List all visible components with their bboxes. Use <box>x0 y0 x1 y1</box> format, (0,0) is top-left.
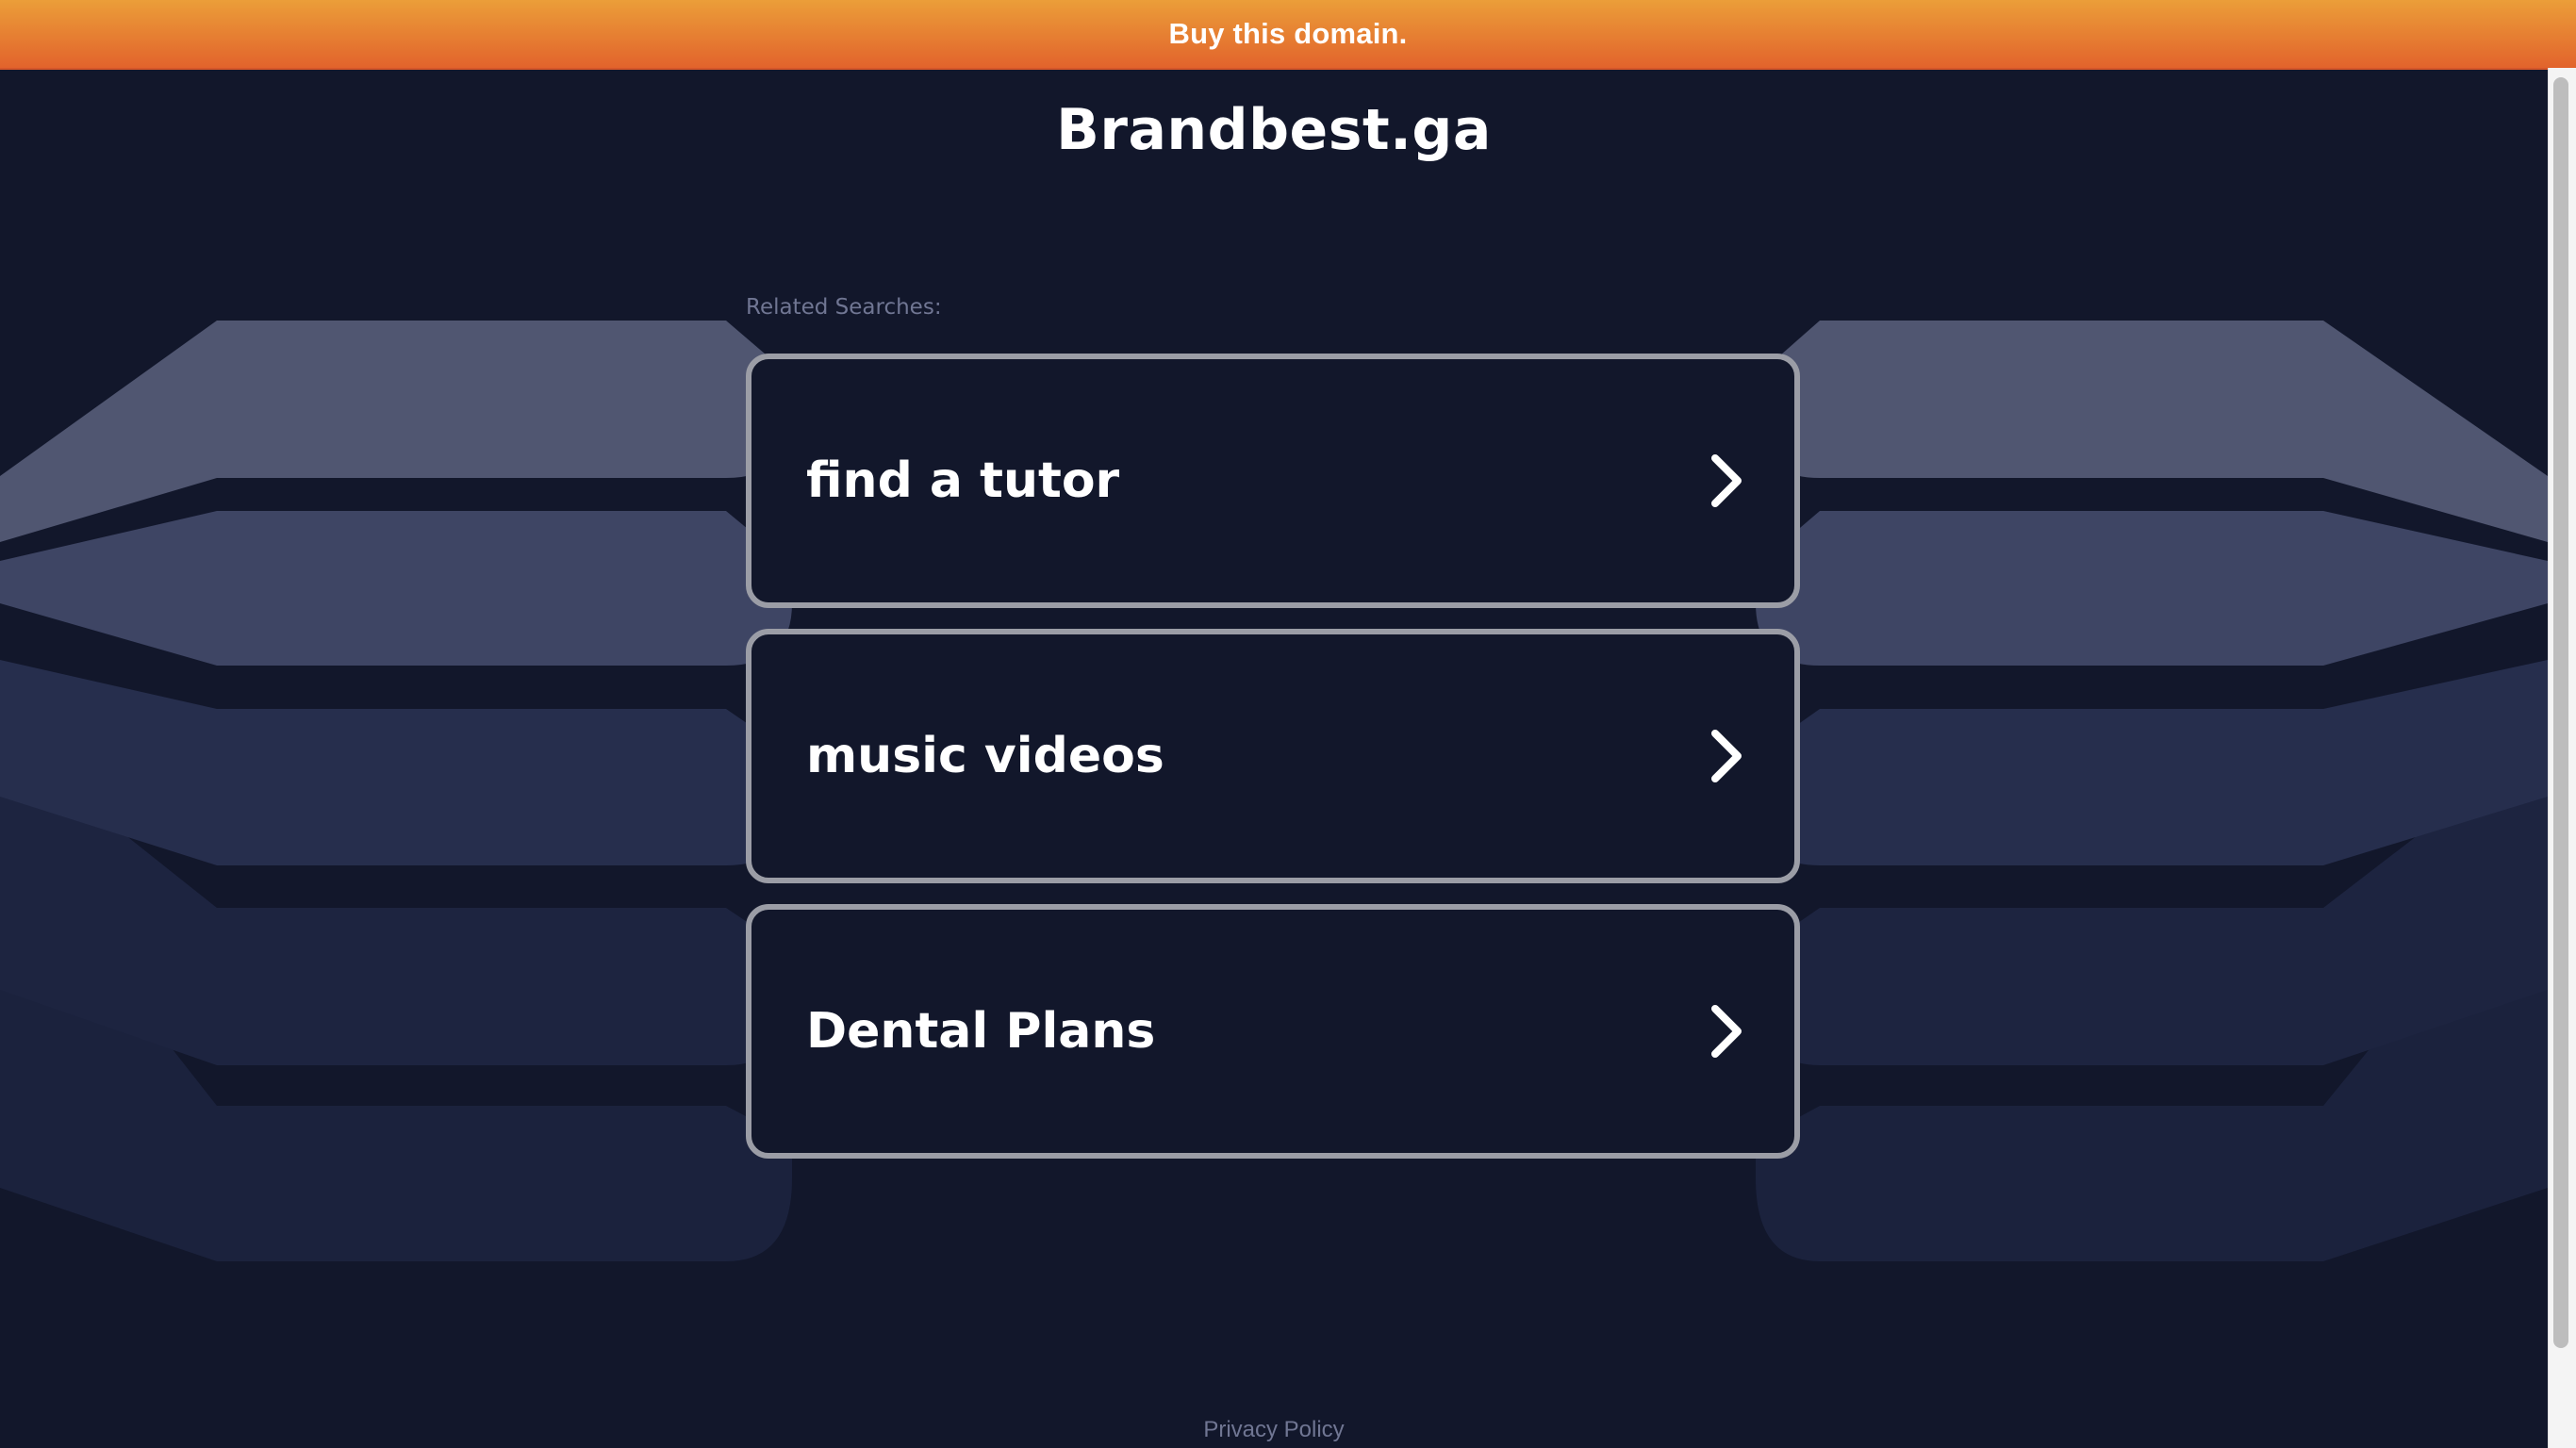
related-search-item[interactable]: find a tutor <box>746 354 1800 608</box>
related-search-item[interactable]: music videos <box>746 629 1800 883</box>
site-title: Brandbest.ga <box>1056 97 1492 163</box>
chevron-right-icon <box>1711 454 1742 507</box>
related-search-label: Dental Plans <box>806 1003 1156 1060</box>
buy-domain-banner[interactable]: Buy this domain. <box>0 0 2576 70</box>
chevron-right-icon <box>1711 730 1742 782</box>
related-search-label: music videos <box>806 728 1164 784</box>
chevron-right-icon <box>1711 1005 1742 1058</box>
buy-domain-label: Buy this domain. <box>1168 17 1408 50</box>
related-searches-heading: Related Searches: <box>746 295 942 320</box>
privacy-policy-link[interactable]: Privacy Policy <box>0 1417 2548 1443</box>
scrollbar-thumb[interactable] <box>2553 77 2568 1348</box>
related-search-label: find a tutor <box>806 452 1120 509</box>
related-search-item[interactable]: Dental Plans <box>746 904 1800 1159</box>
page: Buy this domain. Brandbest.ga Related Se… <box>0 0 2576 1448</box>
